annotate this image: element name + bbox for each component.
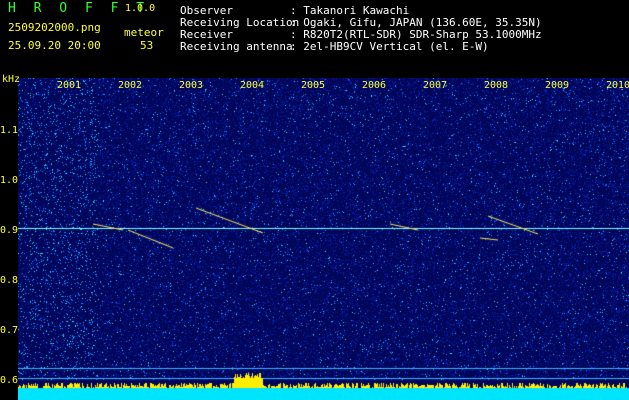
meteor-label: meteor [124, 26, 164, 39]
location-label: Receiving Location [180, 16, 300, 29]
x-tick-label: 2004 [240, 80, 265, 91]
x-tick-label: 2005 [301, 80, 326, 91]
x-tick-label: 2007 [423, 80, 448, 91]
y-tick-label: 0.9 [0, 225, 19, 236]
y-tick-label: 0.7 [0, 325, 19, 336]
location-value: : Ogaki, Gifu, JAPAN (136.60E, 35.35N) [290, 16, 542, 29]
antenna-label: Receiving antenna [180, 40, 293, 53]
observer-label: Observer [180, 4, 233, 17]
header-panel: H R O F F T 1.0.0 2509202000.png 25.09.2… [0, 0, 629, 72]
app-version: 1.0.0 [125, 3, 156, 14]
x-tick-label: 2006 [362, 80, 387, 91]
meteor-count: 53 [140, 39, 154, 52]
capture-datetime: 25.09.20 20:00 [8, 39, 101, 52]
x-tick-label: 2010 [606, 80, 629, 91]
x-tick-label: 2009 [545, 80, 570, 91]
receiver-label: Receiver [180, 28, 233, 41]
x-tick-label: 2001 [57, 80, 82, 91]
antenna-value: : 2el-HB9CV Vertical (el. E-W) [290, 40, 489, 53]
observer-value: : Takanori Kawachi [290, 4, 410, 17]
y-tick-label: 1.1 [0, 125, 19, 136]
x-tick-label: 2002 [118, 80, 143, 91]
y-tick-label: 0.6 [0, 375, 19, 386]
y-tick-label: 0.8 [0, 275, 19, 286]
y-tick-label: 1.0 [0, 175, 19, 186]
x-tick-label: 2008 [484, 80, 509, 91]
file-name: 2509202000.png [8, 21, 101, 34]
spectrogram-canvas [18, 78, 629, 400]
y-axis-unit: kHz [2, 74, 21, 85]
receiver-value: : R820T2(RTL-SDR) SDR-Sharp 53.1000MHz [290, 28, 542, 41]
x-tick-label: 2003 [179, 80, 204, 91]
